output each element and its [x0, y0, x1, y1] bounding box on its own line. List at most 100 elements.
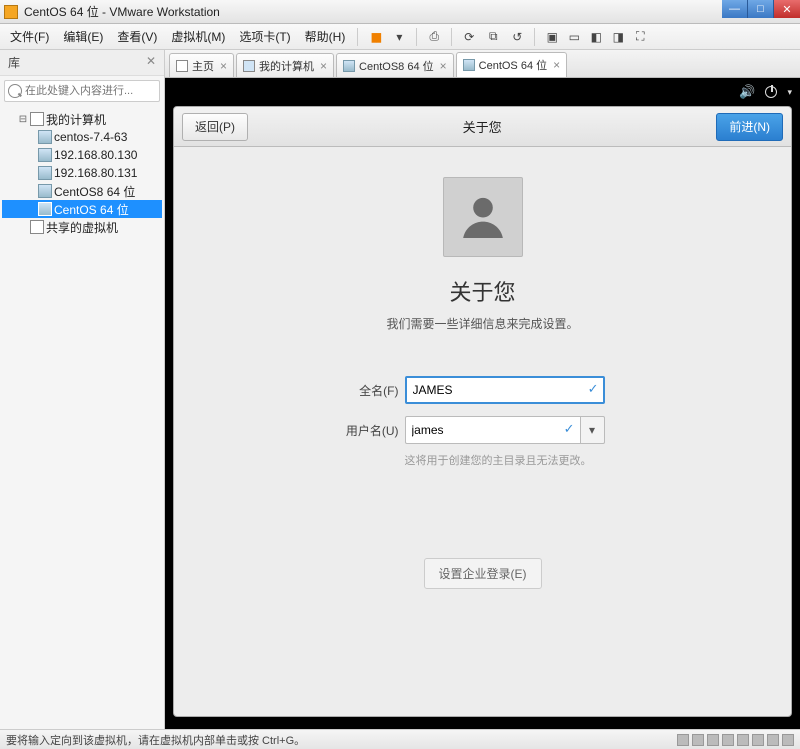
view-icon-2[interactable]: ◨ — [610, 29, 626, 45]
menu-view[interactable]: 查看(V) — [111, 26, 163, 47]
tree-item-vm[interactable]: 192.168.80.131 — [2, 164, 162, 182]
avatar-placeholder[interactable] — [443, 177, 523, 257]
tab-label: CentOS 64 位 — [479, 57, 547, 73]
tree-label: 共享的虚拟机 — [46, 219, 118, 236]
vm-display[interactable]: 🔊 ▾ 返回(P) 关于您 前进(N) 关于您 我们需要一些详细信息来完成设置。 — [165, 78, 800, 729]
window-titlebar: CentOS 64 位 - VMware Workstation — □ ✕ — [0, 0, 800, 24]
tree-label: 192.168.80.131 — [54, 166, 137, 180]
app-icon — [4, 5, 18, 19]
username-dropdown[interactable]: ▾ — [581, 416, 605, 444]
vm-icon — [38, 148, 52, 162]
tree-label: CentOS 64 位 — [54, 201, 129, 218]
vm-icon — [38, 184, 52, 198]
library-sidebar: 库 ✕ ⊟ 我的计算机 centos-7.4-63 192.168.80.130… — [0, 50, 165, 729]
device-icon[interactable] — [752, 734, 764, 746]
fullname-input[interactable] — [405, 376, 605, 404]
close-icon[interactable]: × — [220, 59, 227, 73]
username-note: 这将用于创建您的主目录且无法更改。 — [405, 452, 637, 468]
vm-system-tray: 🔊 ▾ — [739, 84, 792, 100]
user-icon — [455, 189, 511, 245]
close-icon[interactable]: × — [320, 59, 327, 73]
tab-my-computer[interactable]: 我的计算机 × — [236, 53, 334, 77]
device-icon[interactable] — [767, 734, 779, 746]
tree-label: CentOS8 64 位 — [54, 183, 135, 200]
tree-root-shared[interactable]: 共享的虚拟机 — [2, 218, 162, 236]
tree-root-my-computer[interactable]: ⊟ 我的计算机 — [2, 110, 162, 128]
username-label: 用户名(U) — [329, 422, 399, 439]
search-input[interactable] — [4, 80, 160, 102]
separator — [451, 28, 452, 46]
collapse-icon[interactable]: ⊟ — [18, 114, 28, 125]
tree-item-vm-selected[interactable]: CentOS 64 位 — [2, 200, 162, 218]
menu-vm[interactable]: 虚拟机(M) — [165, 26, 231, 47]
device-icon[interactable] — [692, 734, 704, 746]
revert-icon[interactable]: ↺ — [509, 29, 525, 45]
tab-label: 我的计算机 — [259, 58, 314, 74]
tab-home[interactable]: 主页 × — [169, 53, 234, 77]
menu-help[interactable]: 帮助(H) — [299, 26, 352, 47]
pause-icon[interactable]: ▮▮ — [367, 29, 383, 45]
close-icon[interactable]: ✕ — [146, 54, 156, 71]
about-heading: 关于您 — [449, 275, 515, 307]
device-icon[interactable] — [782, 734, 794, 746]
vm-icon — [463, 59, 475, 71]
status-text: 要将输入定向到该虚拟机，请在虚拟机内部单击或按 Ctrl+G。 — [6, 732, 305, 748]
power-icon[interactable] — [765, 86, 777, 98]
window-controls: — □ ✕ — [722, 0, 800, 18]
vm-icon — [38, 166, 52, 180]
back-button[interactable]: 返回(P) — [182, 113, 248, 141]
separator — [534, 28, 535, 46]
tree-label: 192.168.80.130 — [54, 148, 137, 162]
device-icon[interactable] — [677, 734, 689, 746]
view-icon-1[interactable]: ◧ — [588, 29, 604, 45]
menu-tabs[interactable]: 选项卡(T) — [233, 26, 296, 47]
unity-icon[interactable]: ▭ — [566, 29, 582, 45]
tab-label: CentOS8 64 位 — [359, 58, 434, 74]
tab-label: 主页 — [192, 58, 214, 74]
close-icon[interactable]: × — [553, 58, 560, 72]
home-icon — [176, 60, 188, 72]
next-button[interactable]: 前进(N) — [716, 113, 783, 141]
fullname-label: 全名(F) — [329, 382, 399, 399]
computer-icon — [30, 112, 44, 126]
separator — [416, 28, 417, 46]
gnome-body: 关于您 我们需要一些详细信息来完成设置。 全名(F) 用户名(U) — [174, 147, 791, 716]
tree-label: 我的计算机 — [46, 111, 106, 128]
snapshot-manager-icon[interactable]: ⧉ — [485, 29, 501, 45]
chevron-down-icon[interactable]: ▾ — [391, 29, 407, 45]
library-tree: ⊟ 我的计算机 centos-7.4-63 192.168.80.130 192… — [0, 106, 164, 240]
separator — [357, 28, 358, 46]
enterprise-login-button[interactable]: 设置企业登录(E) — [424, 558, 542, 589]
vm-icon — [343, 60, 355, 72]
device-icon[interactable] — [722, 734, 734, 746]
stretch-icon[interactable]: ⛶ — [632, 29, 648, 45]
status-bar: 要将输入定向到该虚拟机，请在虚拟机内部单击或按 Ctrl+G。 — [0, 729, 800, 749]
snapshot-icon[interactable]: ⟳ — [461, 29, 477, 45]
device-icons — [677, 734, 794, 746]
tree-item-vm[interactable]: 192.168.80.130 — [2, 146, 162, 164]
close-button[interactable]: ✕ — [774, 0, 800, 18]
tab-vm[interactable]: CentOS8 64 位 × — [336, 53, 454, 77]
menu-file[interactable]: 文件(F) — [4, 26, 55, 47]
tree-label: centos-7.4-63 — [54, 130, 127, 144]
send-key-icon[interactable]: ⎙ — [426, 29, 442, 45]
device-icon[interactable] — [707, 734, 719, 746]
volume-icon[interactable]: 🔊 — [739, 84, 755, 100]
gnome-header: 返回(P) 关于您 前进(N) — [174, 107, 791, 147]
fullscreen-icon[interactable]: ▣ — [544, 29, 560, 45]
tree-item-vm[interactable]: centos-7.4-63 — [2, 128, 162, 146]
close-icon[interactable]: × — [440, 59, 447, 73]
window-title: CentOS 64 位 - VMware Workstation — [24, 3, 220, 20]
username-input[interactable] — [405, 416, 581, 444]
library-header: 库 ✕ — [0, 50, 164, 76]
menubar: 文件(F) 编辑(E) 查看(V) 虚拟机(M) 选项卡(T) 帮助(H) ▮▮… — [0, 24, 800, 50]
about-subheading: 我们需要一些详细信息来完成设置。 — [386, 315, 578, 332]
menu-edit[interactable]: 编辑(E) — [57, 26, 109, 47]
maximize-button[interactable]: □ — [748, 0, 774, 18]
device-icon[interactable] — [737, 734, 749, 746]
tab-vm-active[interactable]: CentOS 64 位 × — [456, 52, 568, 77]
minimize-button[interactable]: — — [722, 0, 748, 18]
gnome-header-title: 关于您 — [463, 117, 502, 136]
chevron-down-icon[interactable]: ▾ — [787, 87, 792, 98]
tree-item-vm[interactable]: CentOS8 64 位 — [2, 182, 162, 200]
